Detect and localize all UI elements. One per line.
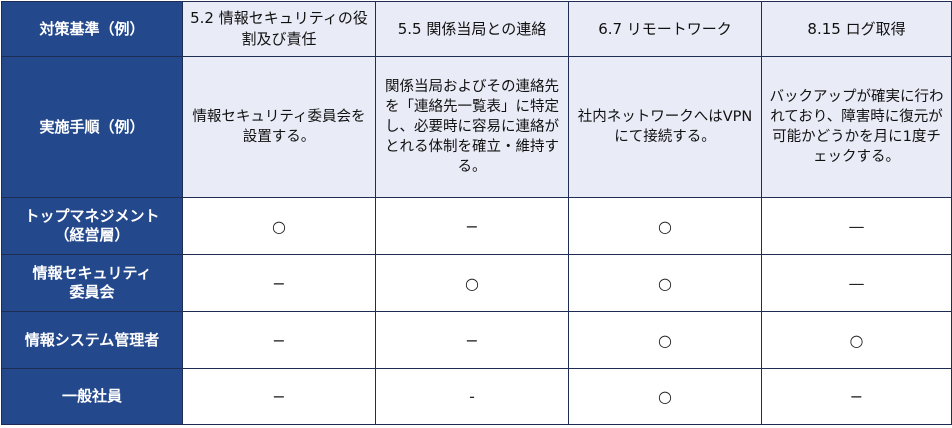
role-name: 一般社員: [61, 387, 122, 405]
procedure-label-cell: 実施手順（例）: [1, 56, 183, 198]
standard-text: 6.7 リモートワーク: [598, 19, 732, 38]
role-name: トップマネジメント （経営層）: [24, 207, 160, 244]
role-row: 情報セキュリティ 委員会 − ○ ○ —: [1, 254, 952, 312]
mark: ○: [272, 216, 286, 236]
procedure-cell: 関係当局およびその連絡先を「連絡先一覧表」に特定し、必要時に容易に連絡がとれる体…: [375, 56, 569, 198]
mark: −: [272, 387, 286, 406]
mark: —: [848, 273, 865, 293]
mark: ○: [465, 273, 479, 293]
mark-cell: −: [761, 368, 952, 425]
standard-cell: 5.2 情報セキュリティの役割及び責任: [182, 1, 376, 57]
role-label-cell: トップマネジメント （経営層）: [1, 197, 183, 255]
procedure-cell: 社内ネットワークへはVPNにて接続する。: [568, 56, 762, 198]
role-label-cell: 情報システム管理者: [1, 311, 183, 369]
mark: ○: [658, 273, 672, 293]
role-label-cell: 情報セキュリティ 委員会: [1, 254, 183, 312]
mark-cell: ○: [568, 254, 762, 312]
header-label-cell: 対策基準（例）: [1, 1, 183, 57]
header-label: 対策基準（例）: [39, 19, 145, 38]
mark: ○: [658, 216, 672, 236]
role-row: 情報システム管理者 − − ○ ○: [1, 311, 952, 369]
procedure-text: バックアップが確実に行われており、障害時に復元が可能かどうかを月に1度チェックす…: [769, 89, 944, 165]
mark-cell: ○: [375, 254, 569, 312]
mark-cell: —: [761, 254, 952, 312]
standard-text: 8.15 ログ取得: [807, 19, 906, 38]
mark: −: [849, 387, 864, 406]
mark-cell: ○: [568, 368, 762, 425]
mark: ○: [658, 387, 672, 406]
mark: -: [469, 387, 475, 406]
role-row: トップマネジメント （経営層） ○ − ○ —: [1, 197, 952, 255]
mark-cell: ○: [568, 197, 762, 255]
role-name: 情報システム管理者: [24, 330, 160, 349]
mark-cell: −: [375, 197, 569, 255]
mark: −: [465, 216, 479, 236]
mark: —: [848, 216, 865, 236]
mark-cell: −: [182, 254, 376, 312]
mark-cell: −: [182, 311, 376, 369]
mark-cell: ○: [182, 197, 376, 255]
standard-row: 対策基準（例） 5.2 情報セキュリティの役割及び責任 5.5 関係当局との連絡…: [1, 1, 952, 57]
role-row: 一般社員 − - ○ −: [1, 368, 952, 425]
mark: −: [465, 330, 479, 350]
procedure-cell: 情報セキュリティ委員会を設置する。: [182, 56, 376, 198]
procedure-label: 実施手順（例）: [39, 117, 145, 136]
mark: ○: [658, 330, 672, 350]
mark-cell: −: [182, 368, 376, 425]
mark-cell: −: [375, 311, 569, 369]
role-name: 情報セキュリティ 委員会: [32, 264, 152, 301]
mark: ○: [849, 330, 864, 350]
mark-cell: ○: [568, 311, 762, 369]
procedure-text: 情報セキュリティ委員会を設置する。: [192, 109, 366, 145]
standard-text: 5.2 情報セキュリティの役割及び責任: [190, 9, 368, 48]
role-label-cell: 一般社員: [1, 368, 183, 425]
mark-cell: -: [375, 368, 569, 425]
mark: −: [272, 273, 286, 293]
mark-cell: ○: [761, 311, 952, 369]
procedure-cell: バックアップが確実に行われており、障害時に復元が可能かどうかを月に1度チェックす…: [761, 56, 952, 198]
responsibility-matrix: 対策基準（例） 5.2 情報セキュリティの役割及び責任 5.5 関係当局との連絡…: [1, 1, 952, 425]
procedure-text: 社内ネットワークへはVPNにて接続する。: [577, 109, 753, 145]
standard-cell: 8.15 ログ取得: [761, 1, 952, 57]
procedure-row: 実施手順（例） 情報セキュリティ委員会を設置する。 関係当局およびその連絡先を「…: [1, 56, 952, 198]
standard-cell: 5.5 関係当局との連絡: [375, 1, 569, 57]
standard-cell: 6.7 リモートワーク: [568, 1, 762, 57]
standard-text: 5.5 関係当局との連絡: [397, 19, 547, 38]
procedure-text: 関係当局およびその連絡先を「連絡先一覧表」に特定し、必要時に容易に連絡がとれる体…: [385, 79, 559, 175]
mark-cell: —: [761, 197, 952, 255]
mark: −: [272, 330, 286, 350]
